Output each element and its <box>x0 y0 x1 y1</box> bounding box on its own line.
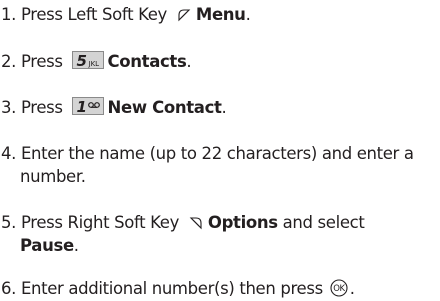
ok-key-icon: OK <box>330 279 348 297</box>
step-number: 1. <box>1 5 17 24</box>
key-5-icon: 5 JKL <box>71 51 104 70</box>
menu-label: Menu <box>195 5 246 24</box>
pause-label: Pause <box>20 236 74 255</box>
new-contact-label: New Contact <box>107 98 222 117</box>
step-text: Press <box>16 98 68 117</box>
step-text: Press Left Soft Key <box>16 5 172 24</box>
step-text-end: . <box>221 98 227 117</box>
key-letters: JKL <box>88 60 100 68</box>
step-text-end: . <box>186 52 192 71</box>
step-1: 1. Press Left Soft Key Menu. <box>1 3 437 26</box>
step-text: Press Right Soft Key <box>16 213 184 232</box>
step-2: 2. Press 5 JKL Contacts. <box>1 50 437 73</box>
step-6: 6. Enter additional number(s) then press… <box>1 277 437 300</box>
step-text-line-2: number. <box>20 167 86 186</box>
voicemail-icon <box>87 102 100 108</box>
key-1-icon: 1 <box>71 97 104 116</box>
step-text: Enter additional number(s) then press <box>16 279 328 298</box>
right-soft-key-icon <box>189 217 202 230</box>
step-number: 6. <box>1 279 17 298</box>
step-number: 3. <box>1 98 17 117</box>
step-text-line-1: Enter the name (up to 22 characters) and… <box>16 144 414 163</box>
step-text-mid: and select <box>277 213 365 232</box>
key-digit: 5 <box>76 52 87 70</box>
svg-text:OK: OK <box>333 284 345 294</box>
instruction-steps: 1. Press Left Soft Key Menu. 2. Press 5J… <box>0 0 440 301</box>
step-text-end: . <box>245 5 251 24</box>
step-text: Press <box>16 52 68 71</box>
left-soft-key-icon <box>178 9 191 22</box>
step-5: 5. Press Right Soft Key Options and sele… <box>1 211 437 257</box>
step-text-end: . <box>73 236 79 255</box>
step-3: 3. Press 1 New Contact. <box>1 96 437 119</box>
step-text-line-2: Pause. <box>1 234 437 257</box>
contacts-label: Contacts <box>107 52 187 71</box>
options-label: Options <box>207 213 278 232</box>
step-number: 5. <box>1 213 17 232</box>
step-number: 2. <box>1 52 17 71</box>
key-digit: 1 <box>76 98 87 116</box>
step-text-end: . <box>349 279 355 298</box>
step-4: 4. Enter the name (up to 22 characters) … <box>1 142 437 188</box>
step-number: 4. <box>1 144 17 163</box>
